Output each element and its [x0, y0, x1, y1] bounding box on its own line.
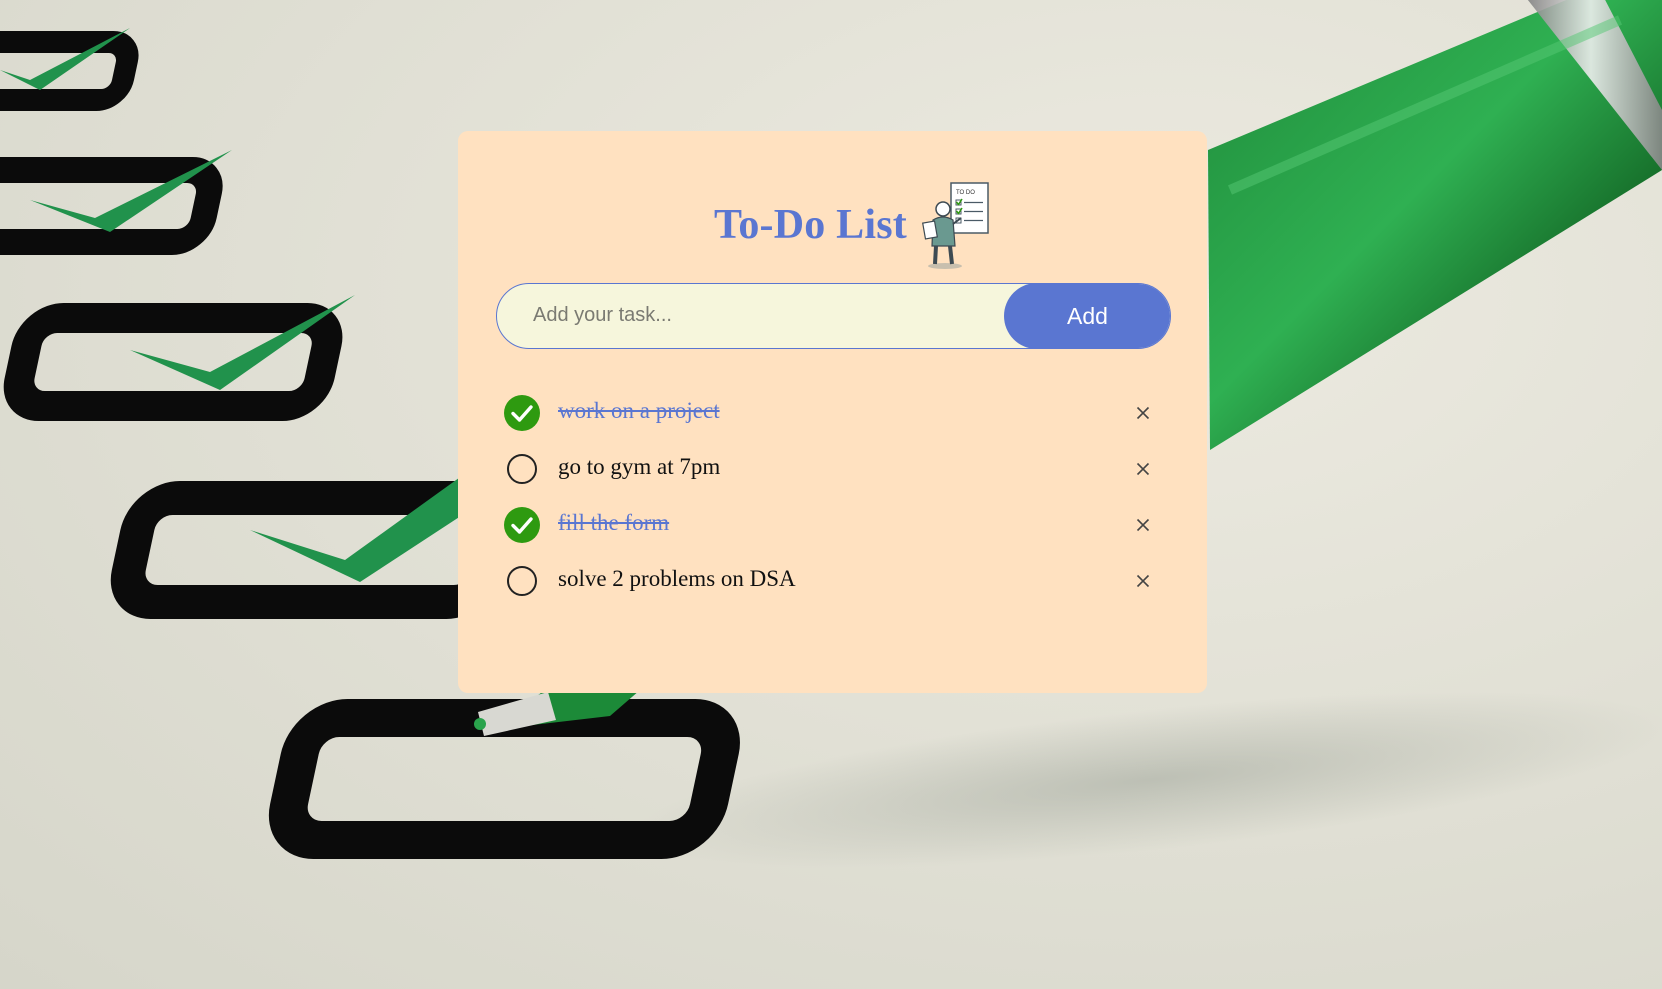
task-text: work on a project — [558, 398, 720, 423]
empty-circle-icon[interactable] — [507, 566, 537, 596]
task-list: work on a project go to gym at 7pm fill … — [504, 385, 1164, 609]
close-icon[interactable] — [1131, 457, 1155, 481]
page-title: To-Do List — [714, 202, 907, 248]
header: To-Do List TO DO — [458, 179, 1207, 271]
close-icon[interactable] — [1131, 513, 1155, 537]
close-icon[interactable] — [1131, 569, 1155, 593]
todo-list-person-icon: TO DO — [921, 180, 991, 270]
empty-circle-icon[interactable] — [507, 454, 537, 484]
close-icon[interactable] — [1131, 401, 1155, 425]
checked-circle-icon[interactable] — [504, 395, 540, 431]
list-item[interactable]: work on a project — [504, 385, 1164, 441]
task-text: solve 2 problems on DSA — [558, 566, 796, 591]
list-item[interactable]: solve 2 problems on DSA — [504, 553, 1164, 609]
todo-card: To-Do List TO DO Add your task... Add wo… — [458, 131, 1207, 693]
checked-circle-icon[interactable] — [504, 507, 540, 543]
task-text: go to gym at 7pm — [558, 454, 721, 479]
task-text: fill the form — [558, 510, 670, 535]
list-item[interactable]: fill the form — [504, 497, 1164, 553]
task-input-row: Add — [496, 283, 1171, 349]
svg-text:TO DO: TO DO — [956, 190, 975, 196]
task-input[interactable] — [497, 284, 1007, 347]
add-button[interactable]: Add — [1004, 284, 1170, 348]
list-item[interactable]: go to gym at 7pm — [504, 441, 1164, 497]
